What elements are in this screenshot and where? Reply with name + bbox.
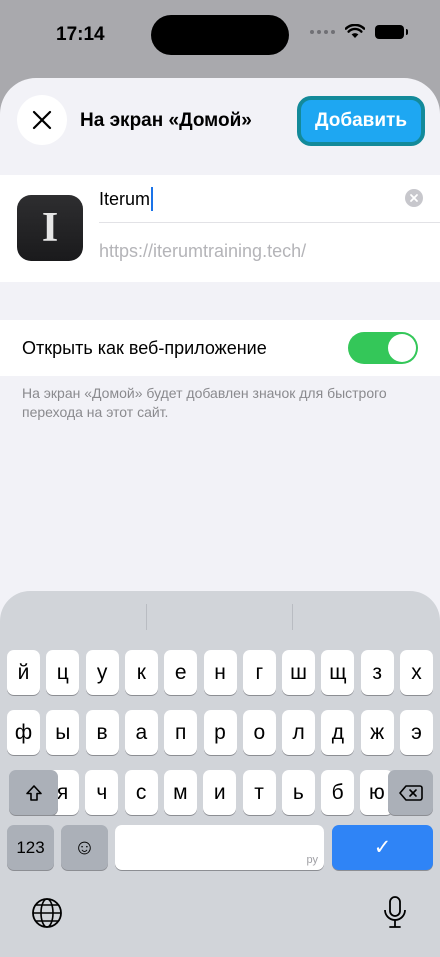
space-language-hint: ру [306, 854, 319, 866]
letter-key[interactable]: п [164, 710, 198, 755]
letter-key[interactable]: х [400, 650, 433, 695]
suggestion-separator [292, 604, 293, 630]
letter-key[interactable]: н [203, 650, 237, 695]
letter-key[interactable]: э [400, 710, 433, 755]
app-icon-letter: I [41, 205, 59, 251]
url-text: https://iterumtraining.tech/ [99, 241, 307, 261]
sheet-header: На экран «Домой» Добавить [0, 78, 440, 174]
status-indicators [310, 24, 408, 39]
globe-icon[interactable] [30, 896, 64, 930]
shift-key[interactable] [9, 770, 58, 815]
keyboard: йцукенгшщзх фывапролджэ ячсмитьбю 123 ☺ … [0, 591, 440, 957]
cellular-signal-icon [310, 29, 335, 34]
letter-key[interactable]: з [360, 650, 394, 695]
microphone-icon[interactable] [380, 894, 410, 930]
letter-key[interactable]: щ [321, 650, 355, 695]
dynamic-island [151, 15, 289, 55]
letter-key[interactable]: с [124, 770, 158, 815]
letter-key[interactable]: а [124, 710, 158, 755]
letter-key[interactable]: ы [46, 710, 80, 755]
close-icon [32, 110, 52, 130]
letter-key[interactable]: е [164, 650, 198, 695]
letter-key[interactable]: ф [7, 710, 40, 755]
letter-key[interactable]: й [7, 650, 40, 695]
emoji-key[interactable]: ☺ [61, 825, 108, 870]
delete-icon [398, 784, 423, 801]
web-app-row: Открыть как веб-приложение [0, 320, 440, 376]
bookmark-card: I Iterum https://iterumtraining.tech/ [0, 175, 440, 282]
close-button[interactable] [17, 95, 67, 145]
letter-key[interactable]: т [242, 770, 276, 815]
battery-icon [375, 24, 408, 39]
letter-key[interactable]: ж [360, 710, 394, 755]
app-icon: I [17, 195, 83, 261]
add-button[interactable]: Добавить [297, 96, 425, 146]
field-divider [99, 222, 440, 223]
letter-key[interactable]: у [85, 650, 119, 695]
status-bar: 17:14 [0, 0, 440, 70]
letter-key[interactable]: ь [281, 770, 315, 815]
letter-key[interactable]: ч [85, 770, 119, 815]
letter-key[interactable]: д [321, 710, 355, 755]
footnote: На экран «Домой» будет добавлен значок д… [22, 385, 387, 420]
delete-key[interactable] [388, 770, 433, 815]
web-app-toggle[interactable] [348, 332, 418, 364]
letter-key[interactable]: о [242, 710, 276, 755]
letter-key[interactable]: м [163, 770, 197, 815]
letter-key[interactable]: г [242, 650, 276, 695]
letter-key[interactable]: л [282, 710, 316, 755]
name-field-value: Iterum [99, 188, 151, 209]
shift-icon [25, 784, 42, 801]
sheet-title: На экран «Домой» [80, 110, 252, 131]
letter-key[interactable]: и [203, 770, 237, 815]
letter-key[interactable]: к [124, 650, 158, 695]
return-key[interactable]: ✓ [332, 825, 433, 870]
clear-icon [410, 194, 418, 202]
letter-key[interactable]: ц [46, 650, 80, 695]
letter-key[interactable]: б [321, 770, 355, 815]
web-app-label: Открыть как веб-приложение [22, 338, 267, 358]
wifi-icon [345, 24, 365, 38]
letter-key[interactable]: в [85, 710, 119, 755]
name-field[interactable]: Iterum [99, 187, 154, 211]
numbers-key[interactable]: 123 [7, 825, 54, 870]
text-caret [151, 187, 154, 211]
toggle-knob [388, 334, 416, 362]
suggestion-separator [146, 604, 147, 630]
space-key[interactable]: ру [115, 825, 324, 870]
letter-key[interactable]: р [203, 710, 237, 755]
letter-key[interactable]: ш [282, 650, 316, 695]
status-time: 17:14 [56, 24, 105, 45]
clear-text-button[interactable] [405, 189, 423, 207]
